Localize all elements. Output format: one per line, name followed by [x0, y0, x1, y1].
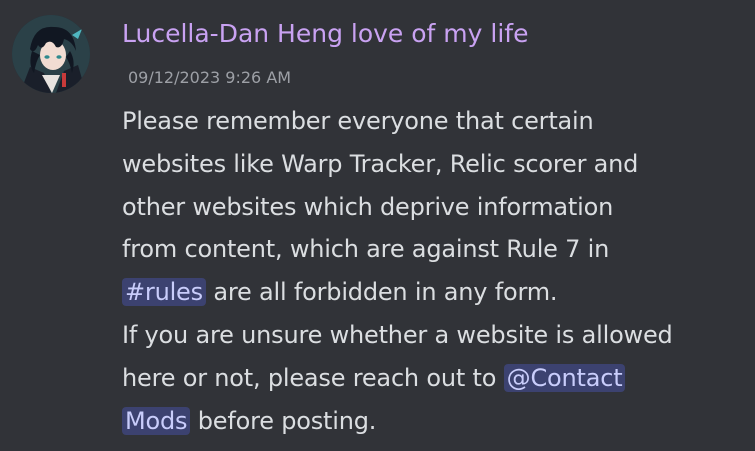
message-text: are all forbidden in any form. [205, 278, 558, 307]
message-line: Mods before posting. [122, 400, 747, 443]
message-line: from content, which are against Rule 7 i… [122, 235, 610, 264]
message-line: If you are unsure whether a website is a… [122, 320, 673, 349]
message-timestamp[interactable]: 09/12/2023 9:26 AM [128, 66, 291, 90]
message-line: Please remember everyone that certain [122, 107, 594, 135]
channel-mention[interactable]: #rules [122, 278, 206, 307]
role-mention-contact-mods[interactable]: Mods [122, 406, 191, 435]
message-line: other websites which deprive information [122, 192, 614, 221]
role-mention-contact-mods[interactable]: @Contact [503, 363, 626, 392]
anime-character-avatar-icon [12, 15, 90, 93]
message-text: before posting. [190, 406, 377, 435]
message-line: websites like Warp Tracker, Relic scorer… [122, 149, 639, 178]
message-text: here or not, please reach out to [122, 363, 504, 392]
chat-message: Lucella-Dan Heng love of my life 09/12/2… [0, 0, 755, 451]
author-avatar[interactable] [12, 15, 90, 93]
message-line: here or not, please reach out to @Contac… [122, 357, 747, 400]
author-username[interactable]: Lucella-Dan Heng love of my life [122, 16, 528, 52]
message-line: #rules are all forbidden in any form. [122, 271, 747, 314]
message-content: Please remember everyone that certain we… [122, 100, 747, 442]
